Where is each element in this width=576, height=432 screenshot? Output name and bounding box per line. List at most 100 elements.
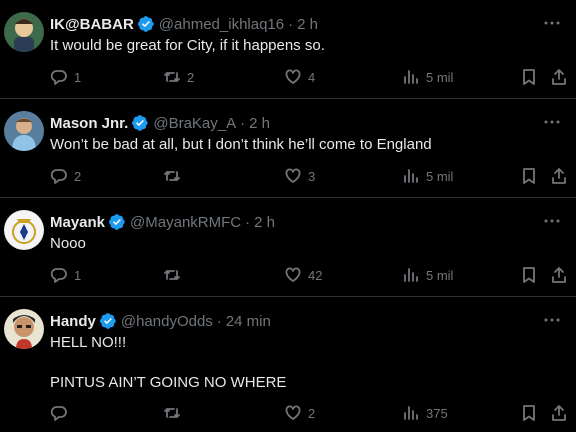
reply-button[interactable]: 1 xyxy=(50,68,81,86)
bookmark-icon xyxy=(523,168,535,184)
reply-icon xyxy=(50,169,67,184)
retweet-icon xyxy=(164,72,180,82)
more-options-icon[interactable] xyxy=(542,212,562,230)
author-handle[interactable]: @MayankRMFC xyxy=(130,214,241,231)
tweet-actions: 1 2 4 5 mil xyxy=(50,68,576,88)
like-count: 42 xyxy=(308,267,323,283)
heart-icon xyxy=(285,267,301,282)
reply-count: 1 xyxy=(74,69,82,85)
retweet-icon xyxy=(164,171,180,181)
views-button[interactable]: 5 mil xyxy=(402,266,453,284)
tweet[interactable]: Mayank @MayankRMFC · 2 h Nooo 1 42 5 mil xyxy=(0,198,576,297)
like-count: 2 xyxy=(308,405,316,421)
share-icon xyxy=(552,405,566,421)
views-button[interactable]: 5 mil xyxy=(402,68,453,86)
separator: · xyxy=(245,213,251,231)
retweet-icon xyxy=(164,270,180,280)
timestamp[interactable]: 24 min xyxy=(226,313,271,330)
bookmark-button[interactable] xyxy=(520,68,538,86)
author-handle[interactable]: @handyOdds xyxy=(121,313,213,330)
retweet-button[interactable] xyxy=(163,266,187,284)
bookmark-icon xyxy=(523,405,535,421)
avatar[interactable] xyxy=(4,12,44,52)
retweet-icon xyxy=(164,408,180,418)
separator: · xyxy=(240,114,246,132)
share-button[interactable] xyxy=(550,167,568,185)
tweet-text: Won’t be bad at all, but I don’t think h… xyxy=(50,136,432,153)
share-icon xyxy=(552,69,566,85)
retweet-button[interactable]: 2 xyxy=(163,68,194,86)
bookmark-icon xyxy=(523,267,535,283)
reply-button[interactable] xyxy=(50,404,74,422)
author-handle[interactable]: @ahmed_ikhlaq16 xyxy=(159,16,284,33)
reply-count: 2 xyxy=(74,168,82,184)
like-button[interactable]: 4 xyxy=(284,68,315,86)
retweet-button[interactable] xyxy=(163,167,187,185)
reply-icon xyxy=(50,70,67,85)
like-button[interactable]: 42 xyxy=(284,266,322,284)
tweet-text: It would be great for City, if it happen… xyxy=(50,37,325,54)
more-options-icon[interactable] xyxy=(542,311,562,329)
share-icon xyxy=(552,267,566,283)
like-button[interactable]: 3 xyxy=(284,167,315,185)
author-handle[interactable]: @BraKay_A xyxy=(153,115,236,132)
more-options-icon[interactable] xyxy=(542,113,562,131)
author-name[interactable]: Mason Jnr. xyxy=(50,115,128,132)
like-button[interactable]: 2 xyxy=(284,404,315,422)
views-chart-icon xyxy=(404,406,418,420)
avatar[interactable] xyxy=(4,309,44,349)
share-button[interactable] xyxy=(550,266,568,284)
timestamp[interactable]: 2 h xyxy=(254,214,275,231)
view-count: 5 mil xyxy=(426,168,454,184)
bookmark-button[interactable] xyxy=(520,404,538,422)
view-count: 375 xyxy=(426,405,448,421)
verified-badge-icon xyxy=(132,115,149,131)
tweet-actions: 1 42 5 mil xyxy=(50,266,576,286)
author-name[interactable]: Mayank xyxy=(50,214,105,231)
cartoon-man-avatar-icon xyxy=(4,309,44,349)
heart-icon xyxy=(285,168,301,183)
reply-button[interactable]: 1 xyxy=(50,266,81,284)
avatar[interactable] xyxy=(4,111,44,151)
tweet-header: Mason Jnr. @BraKay_A · 2 h xyxy=(50,113,270,133)
views-chart-icon xyxy=(404,268,418,282)
reply-count: 1 xyxy=(74,267,82,283)
view-count: 5 mil xyxy=(426,267,454,283)
bookmark-button[interactable] xyxy=(520,266,538,284)
share-icon xyxy=(552,168,566,184)
share-button[interactable] xyxy=(550,68,568,86)
separator: · xyxy=(288,15,294,33)
views-chart-icon xyxy=(404,169,418,183)
verified-badge-icon xyxy=(99,313,116,329)
tweet[interactable]: Mason Jnr. @BraKay_A · 2 h Won’t be bad … xyxy=(0,99,576,198)
reply-icon xyxy=(50,406,67,421)
like-count: 3 xyxy=(308,168,316,184)
bookmark-button[interactable] xyxy=(520,167,538,185)
bookmark-icon xyxy=(523,69,535,85)
tweet-actions: 2 3 5 mil xyxy=(50,167,576,187)
tweet[interactable]: Handy @handyOdds · 24 min HELL NO!!! PIN… xyxy=(0,297,576,432)
author-name[interactable]: IK@BABAR xyxy=(50,16,134,33)
cartoon-character-avatar-icon xyxy=(4,12,44,52)
verified-badge-icon xyxy=(137,16,154,32)
views-button[interactable]: 375 xyxy=(402,404,448,422)
like-count: 4 xyxy=(308,69,316,85)
timestamp[interactable]: 2 h xyxy=(249,115,270,132)
retweet-button[interactable] xyxy=(163,404,187,422)
tweet[interactable]: IK@BABAR @ahmed_ikhlaq16 · 2 h It would … xyxy=(0,0,576,99)
views-button[interactable]: 5 mil xyxy=(402,167,453,185)
tweet-header: Handy @handyOdds · 24 min xyxy=(50,311,271,331)
views-chart-icon xyxy=(404,70,418,84)
verified-badge-icon xyxy=(109,214,125,230)
avatar[interactable] xyxy=(4,210,44,250)
timestamp[interactable]: 2 h xyxy=(297,16,318,33)
share-button[interactable] xyxy=(550,404,568,422)
more-options-icon[interactable] xyxy=(542,14,562,32)
reply-button[interactable]: 2 xyxy=(50,167,81,185)
tweet-actions: 2 375 xyxy=(50,404,576,424)
separator: · xyxy=(216,312,222,330)
reply-icon xyxy=(50,268,67,283)
author-name[interactable]: Handy xyxy=(50,313,96,330)
tweet-header: Mayank @MayankRMFC · 2 h xyxy=(50,212,275,232)
tweet-text: Nooo xyxy=(50,235,86,252)
